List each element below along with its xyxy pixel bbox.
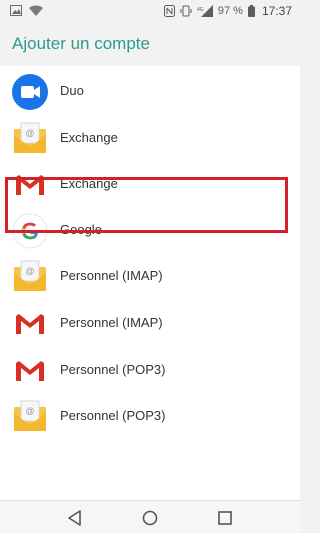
list-item-personnel-imap[interactable]: @ Personnel (IMAP): [0, 253, 300, 299]
list-item-label: Personnel (IMAP): [60, 315, 163, 330]
status-bar-right: 4G 97 % 17:37: [163, 4, 292, 18]
account-type-list: Duo @ Exchange Exchange Google @ Personn…: [0, 66, 300, 500]
list-item-exchange[interactable]: @ Exchange: [0, 115, 300, 161]
header: Ajouter un compte: [0, 24, 300, 66]
signal-4g-icon: 4G: [197, 5, 213, 17]
wifi-icon: [29, 5, 43, 16]
duo-icon: [12, 74, 48, 110]
svg-text:@: @: [25, 128, 34, 138]
email-envelope-icon: @: [12, 259, 48, 295]
svg-text:@: @: [25, 406, 34, 416]
svg-text:4G: 4G: [197, 7, 204, 13]
list-item-personnel-pop3-gmail[interactable]: Personnel (POP3): [0, 347, 300, 393]
nfc-icon: [163, 5, 175, 17]
clock: 17:37: [261, 4, 292, 18]
list-item-personnel-pop3[interactable]: @ Personnel (POP3): [0, 393, 300, 439]
email-envelope-icon: @: [12, 121, 48, 157]
list-item-label: Personnel (POP3): [60, 408, 166, 423]
email-envelope-icon: @: [12, 399, 48, 435]
status-bar-left: [10, 5, 43, 16]
recents-icon[interactable]: [215, 508, 235, 528]
svg-text:@: @: [25, 266, 34, 276]
list-item-label: Personnel (IMAP): [60, 268, 163, 283]
battery-icon: [247, 5, 255, 17]
gmail-icon: [12, 306, 48, 342]
vibrate-icon: [180, 5, 192, 17]
gmail-icon: [12, 353, 48, 389]
home-icon[interactable]: [140, 508, 160, 528]
battery-percentage: 97 %: [217, 5, 243, 17]
navigation-bar: [0, 500, 300, 533]
list-item-label: Duo: [60, 83, 84, 98]
list-item-label: Exchange: [60, 130, 118, 145]
gallery-notification-icon: [10, 5, 22, 16]
list-item-personnel-imap-gmail[interactable]: Personnel (IMAP): [0, 300, 300, 346]
list-item-duo[interactable]: Duo: [0, 68, 300, 114]
back-icon[interactable]: [65, 508, 85, 528]
page-title: Ajouter un compte: [12, 34, 150, 53]
status-bar: 4G 97 % 17:37: [0, 0, 300, 24]
list-item-label: Personnel (POP3): [60, 362, 166, 377]
highlight-box: [5, 177, 288, 233]
